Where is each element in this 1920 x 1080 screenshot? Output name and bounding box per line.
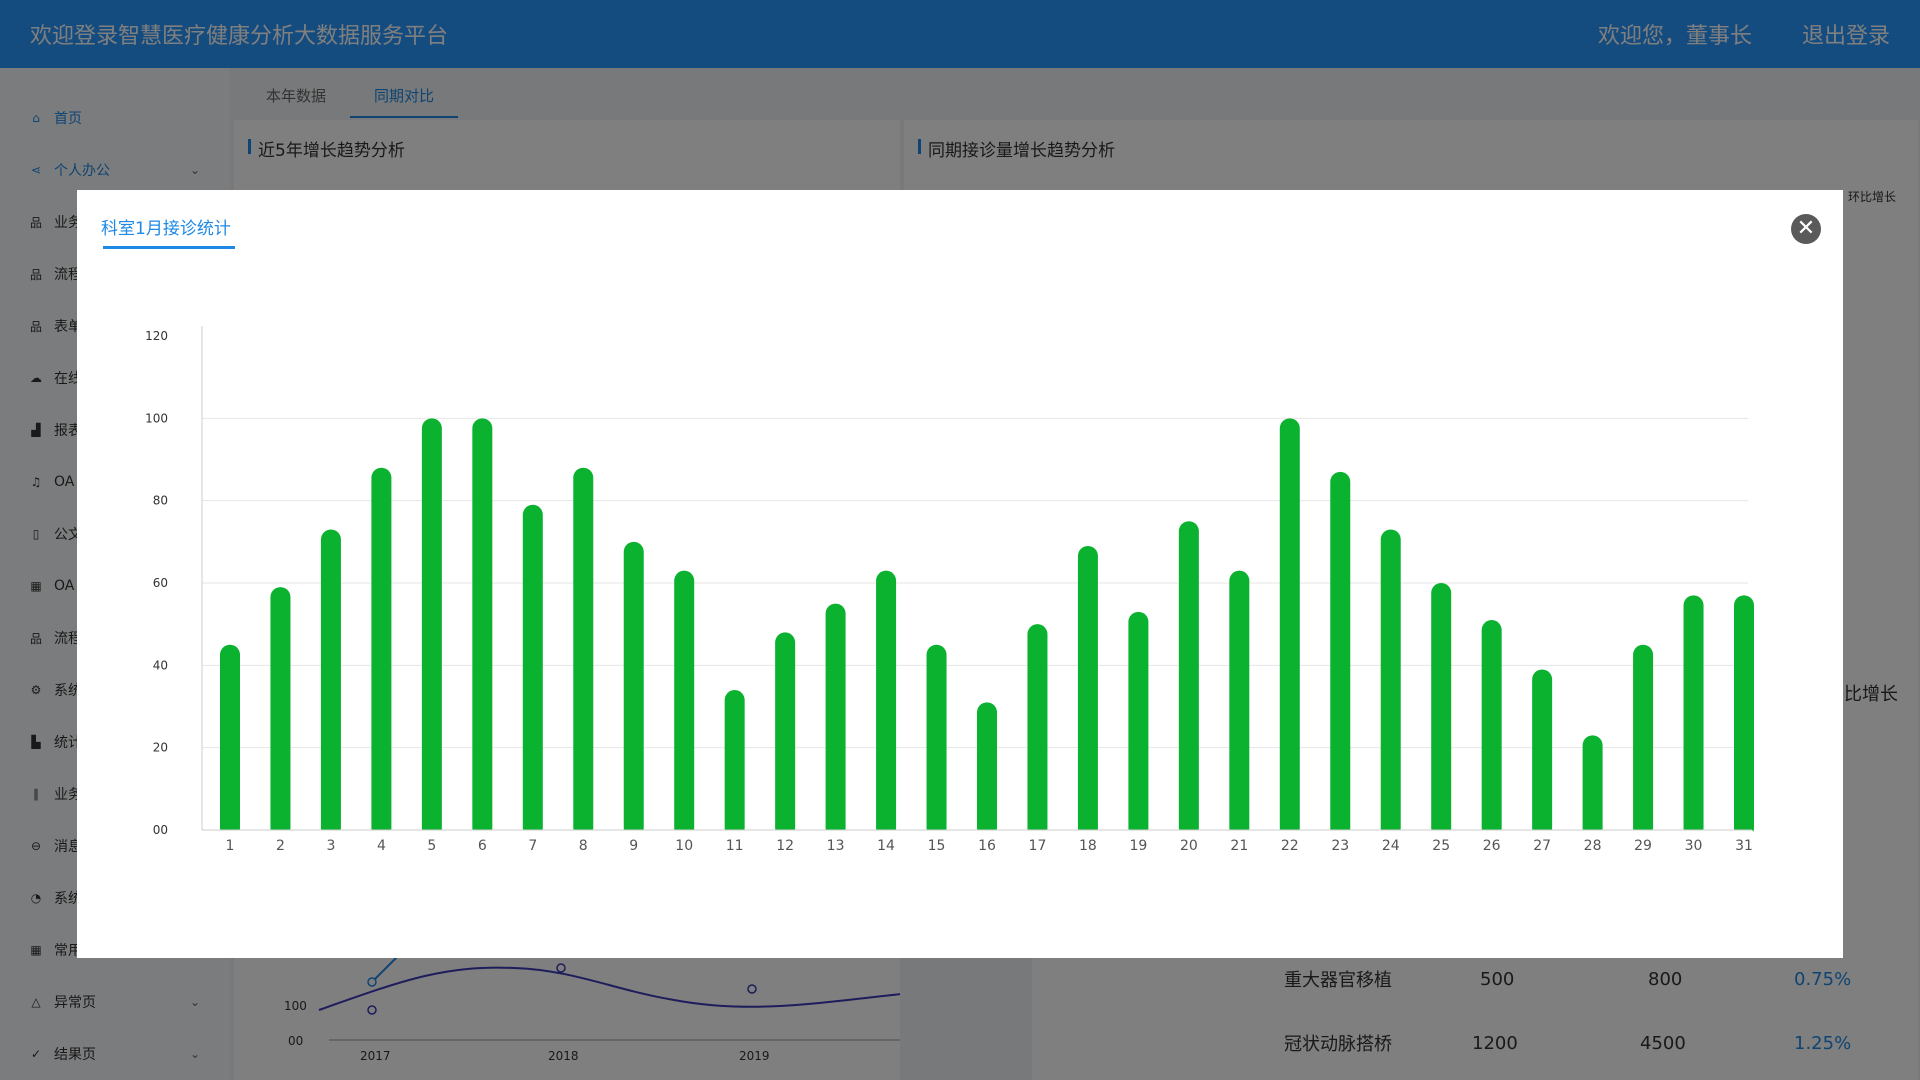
x-tick-label: 29	[1634, 838, 1652, 854]
x-tick-label: 23	[1331, 838, 1349, 854]
bar-day-28[interactable]	[1582, 735, 1603, 838]
bar-day-29[interactable]	[1633, 644, 1654, 838]
x-tick-label: 24	[1382, 838, 1400, 854]
bar-day-25[interactable]	[1431, 583, 1452, 838]
bar-day-14[interactable]	[876, 570, 897, 838]
y-tick-label: 60	[153, 576, 168, 590]
x-tick-label: 10	[675, 838, 693, 854]
bar-day-22[interactable]	[1279, 418, 1300, 838]
x-tick-label: 5	[427, 838, 436, 854]
y-tick-label: 20	[153, 741, 168, 755]
bar-day-10[interactable]	[674, 570, 695, 838]
x-tick-label: 7	[528, 838, 537, 854]
bar-day-2[interactable]	[270, 587, 291, 838]
bar-day-17[interactable]	[1027, 624, 1048, 838]
bar-day-15[interactable]	[926, 644, 947, 838]
x-tick-label: 15	[928, 838, 946, 854]
bar-day-3[interactable]	[320, 529, 341, 838]
x-tick-label: 9	[629, 838, 638, 854]
bar-day-24[interactable]	[1380, 529, 1401, 838]
x-tick-label: 30	[1685, 838, 1703, 854]
x-tick-label: 18	[1079, 838, 1097, 854]
bar-day-27[interactable]	[1532, 669, 1553, 838]
bar-day-12[interactable]	[775, 632, 796, 838]
x-tick-label: 28	[1584, 838, 1602, 854]
bar-day-7[interactable]	[522, 504, 543, 838]
x-tick-label: 21	[1230, 838, 1248, 854]
y-tick-label: 80	[153, 494, 168, 508]
x-tick-label: 14	[877, 838, 895, 854]
bar-day-6[interactable]	[472, 418, 493, 838]
bar-day-26[interactable]	[1481, 620, 1502, 838]
stats-modal: 科室1月接诊统计 ✕ 00 20 40 60 80 100 120 1 2 3 4 5 6 7 8 9 10 11…	[77, 190, 1843, 958]
bar-day-23[interactable]	[1330, 471, 1351, 838]
bar-day-9[interactable]	[623, 541, 644, 838]
y-tick-label: 40	[153, 658, 168, 672]
bar-day-4[interactable]	[371, 467, 392, 838]
x-tick-label: 22	[1281, 838, 1299, 854]
x-tick-label: 1	[226, 838, 235, 854]
x-tick-label: 26	[1483, 838, 1501, 854]
x-tick-label: 13	[827, 838, 845, 854]
x-tick-label: 20	[1180, 838, 1198, 854]
y-tick-label: 00	[153, 823, 168, 837]
x-tick-label: 19	[1129, 838, 1147, 854]
x-tick-label: 8	[579, 838, 588, 854]
bar-day-20[interactable]	[1178, 521, 1199, 838]
axis-baseline-mask	[203, 830, 1753, 839]
bar-day-5[interactable]	[421, 418, 442, 838]
bar-day-1[interactable]	[220, 644, 240, 838]
x-tick-label: 27	[1533, 838, 1551, 854]
bar-day-18[interactable]	[1077, 545, 1098, 838]
bar-day-30[interactable]	[1683, 595, 1704, 838]
bar-day-13[interactable]	[825, 603, 846, 838]
x-tick-label: 31	[1735, 838, 1753, 854]
x-tick-label: 12	[776, 838, 794, 854]
x-tick-label: 16	[978, 838, 996, 854]
x-tick-label: 11	[726, 838, 744, 854]
x-tick-label: 2	[276, 838, 285, 854]
bar-day-19[interactable]	[1128, 611, 1149, 838]
x-tick-label: 3	[326, 838, 335, 854]
bar-day-31[interactable]	[1734, 595, 1754, 838]
bar-day-11[interactable]	[724, 690, 745, 838]
x-tick-label: 17	[1029, 838, 1047, 854]
y-tick-label: 120	[145, 329, 168, 343]
x-tick-label: 6	[478, 838, 487, 854]
y-tick-label: 100	[145, 411, 168, 425]
bar-chart: 00204060801001201 2 3 4 5 6 7 8 9 10 11 12 13 14 15 16 1…	[145, 326, 1754, 854]
x-tick-label: 25	[1432, 838, 1450, 854]
bar-day-21[interactable]	[1229, 570, 1250, 838]
x-tick-label: 4	[377, 838, 386, 854]
bar-day-16[interactable]	[977, 702, 997, 838]
bar-day-8[interactable]	[573, 467, 594, 838]
